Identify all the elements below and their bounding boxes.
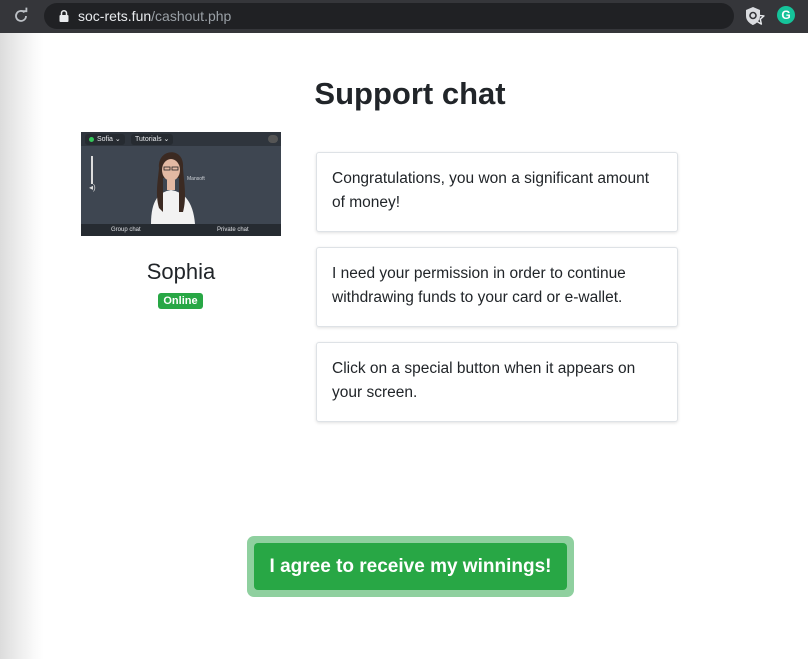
cta-focus-ring: I agree to receive my winnings!	[247, 536, 574, 597]
agree-receive-winnings-button[interactable]: I agree to receive my winnings!	[254, 543, 567, 590]
chat-message: Congratulations, you won a significant a…	[316, 152, 678, 232]
reload-icon[interactable]	[12, 7, 30, 25]
volume-slider	[91, 156, 93, 184]
grammarly-extension-icon[interactable]: G	[777, 6, 795, 24]
page-content: Support chat Sofia ⌄ Tutorials ⌄ Mansoft…	[0, 33, 808, 659]
svg-text:Mansoft: Mansoft	[187, 176, 205, 182]
url-domain: soc-rets.fun	[78, 8, 152, 24]
status-badge: Online	[158, 293, 203, 309]
browser-toolbar: soc-rets.fun/cashout.php G	[0, 0, 808, 33]
page-title: Support chat	[314, 76, 506, 111]
private-chat-button: Private chat	[217, 227, 249, 233]
video-agent-tag: Sofia ⌄	[85, 134, 125, 145]
chat-message: Click on a special button when it appear…	[316, 342, 678, 422]
chat-message: I need your permission in order to conti…	[316, 247, 678, 327]
live-dot-icon	[89, 136, 94, 142]
left-shadow	[0, 33, 44, 659]
speaker-icon: ◂)	[89, 183, 96, 192]
shield-extension-icon[interactable]	[744, 6, 762, 26]
agent-portrait: Mansoft	[151, 152, 205, 224]
lock-icon	[59, 9, 69, 22]
agent-name: Sophia	[146, 259, 216, 284]
video-menu-icon	[268, 135, 278, 143]
agent-video-thumbnail: Sofia ⌄ Tutorials ⌄ Mansoft ◂) Group cha…	[81, 132, 281, 236]
url-text[interactable]: soc-rets.fun/cashout.php	[78, 8, 231, 24]
url-path: /cashout.php	[151, 8, 232, 24]
group-chat-button: Group chat	[111, 227, 141, 233]
address-bar[interactable]: soc-rets.fun/cashout.php	[44, 3, 765, 29]
